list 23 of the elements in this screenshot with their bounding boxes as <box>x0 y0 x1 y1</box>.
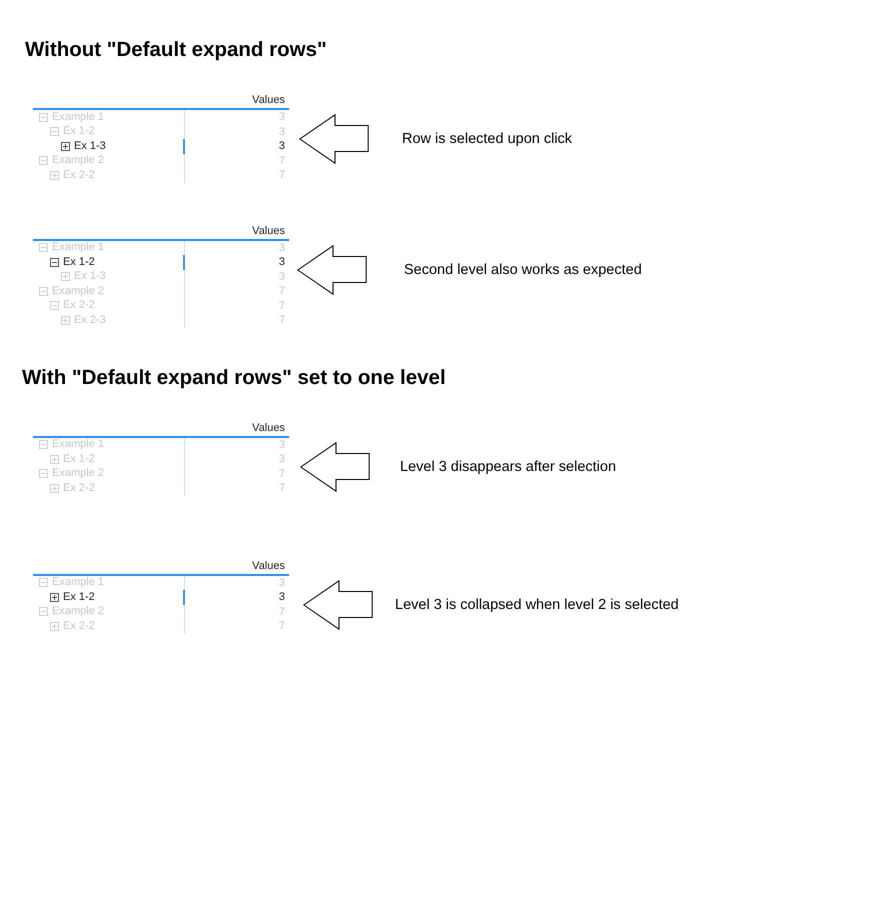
annotation-text: Level 3 is collapsed when level 2 is selected <box>395 596 679 614</box>
left-arrow-icon <box>297 244 367 294</box>
left-arrow-icon <box>300 442 370 492</box>
annotation-text: Row is selected upon click <box>402 130 572 148</box>
plus-box-icon[interactable] <box>50 592 59 602</box>
section-heading: With "Default expand rows" set to one level <box>22 366 446 390</box>
row-header[interactable]: Ex 1-3 <box>74 140 106 153</box>
column-header: Values <box>252 560 285 574</box>
annotation-text: Level 3 disappears after selection <box>400 458 616 476</box>
annotation-text: Second level also works as expected <box>404 260 642 278</box>
value-cell-text: 3 <box>278 139 286 154</box>
row-header[interactable]: Ex 1-2 <box>63 256 95 269</box>
left-arrow-icon <box>303 580 373 630</box>
section-heading: Without "Default expand rows" <box>25 38 327 62</box>
column-header: Values <box>252 422 285 436</box>
row-header[interactable]: Ex 1-2 <box>63 590 95 604</box>
value-cell-text: 3 <box>278 590 286 604</box>
minus-box-icon[interactable] <box>50 258 59 267</box>
column-header: Values <box>252 94 285 108</box>
left-arrow-icon <box>299 114 369 164</box>
column-header: Values <box>252 224 285 238</box>
value-cell-text: 3 <box>278 255 286 270</box>
plus-box-icon[interactable] <box>61 142 70 151</box>
